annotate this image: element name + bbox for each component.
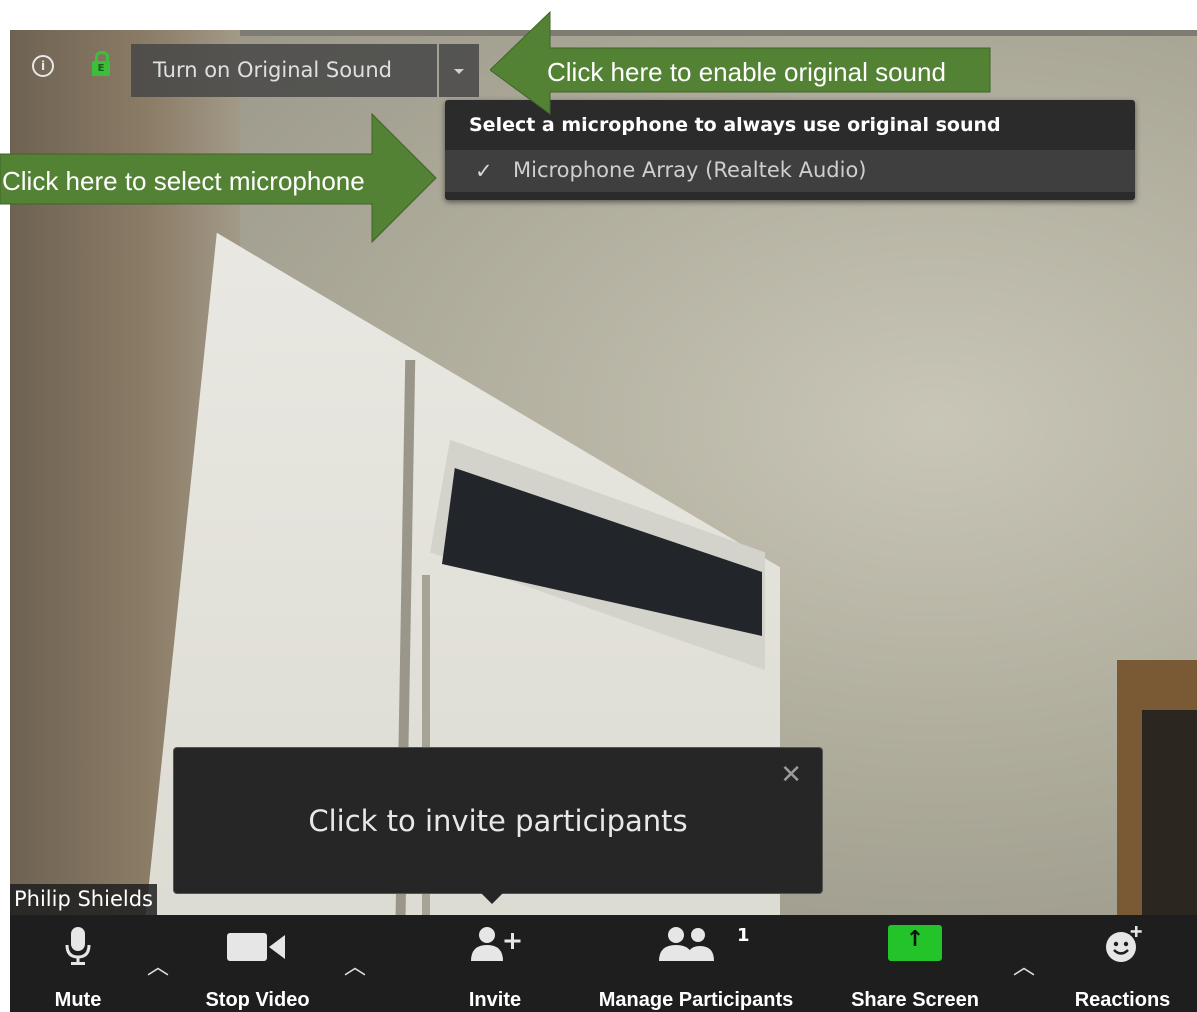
stop-video-label: Stop Video [205,989,310,1011]
invite-tooltip: ✕ Click to invite participants [173,747,823,894]
reactions-label: Reactions [1074,989,1171,1011]
microphone-icon [65,927,91,965]
add-person-icon [471,927,521,961]
manage-participants-label: Manage Participants [598,989,794,1011]
menu-item-label: Microphone Array (Realtek Audio) [513,158,867,182]
tooltip-text: Click to invite participants [308,804,688,838]
stop-video-button[interactable]: Stop Video [190,915,325,1012]
share-options-chevron-icon[interactable]: ︿ [1013,949,1035,981]
share-screen-icon [888,925,942,961]
tooltip-pointer [480,892,504,904]
mute-label: Mute [54,989,102,1011]
checkmark-icon: ✓ [475,159,493,183]
lock-badge: E [92,61,110,76]
encryption-lock-icon[interactable]: E [92,51,110,77]
reactions-button[interactable]: Reactions [1065,915,1180,1012]
share-screen-label: Share Screen [851,989,979,1011]
invite-label: Invite [468,989,522,1011]
microphone-menu: Select a microphone to always use origin… [445,100,1135,200]
mute-button[interactable]: Mute [28,915,128,1012]
video-camera-icon [226,933,285,961]
original-sound-button[interactable]: Turn on Original Sound [131,44,437,97]
participants-icon [659,927,714,961]
menu-item-microphone[interactable]: ✓ Microphone Array (Realtek Audio) [445,150,1135,192]
original-sound-dropdown-icon[interactable] [439,44,479,97]
participant-name-tag: Philip Shields [10,884,157,915]
reactions-smiley-icon [1105,926,1142,962]
menu-title: Select a microphone to always use origin… [469,114,1001,136]
annotation-text-select-microphone: Click here to select microphone [2,166,365,196]
manage-participants-button[interactable]: 1 Manage Participants [578,915,814,1012]
participant-count-badge: 1 [737,925,750,946]
info-icon[interactable]: i [32,55,54,77]
audio-options-chevron-icon[interactable]: ︿ [147,949,169,981]
annotation-text-original-sound: Click here to enable original sound [547,57,946,87]
close-icon[interactable]: ✕ [780,762,802,788]
video-options-chevron-icon[interactable]: ︿ [344,949,366,981]
meeting-toolbar: Mute ︿ Stop Video ︿ Invite 1 Manage Part… [10,915,1197,1012]
share-screen-button[interactable]: Share Screen [840,915,990,1012]
invite-button[interactable]: Invite [455,915,535,1012]
